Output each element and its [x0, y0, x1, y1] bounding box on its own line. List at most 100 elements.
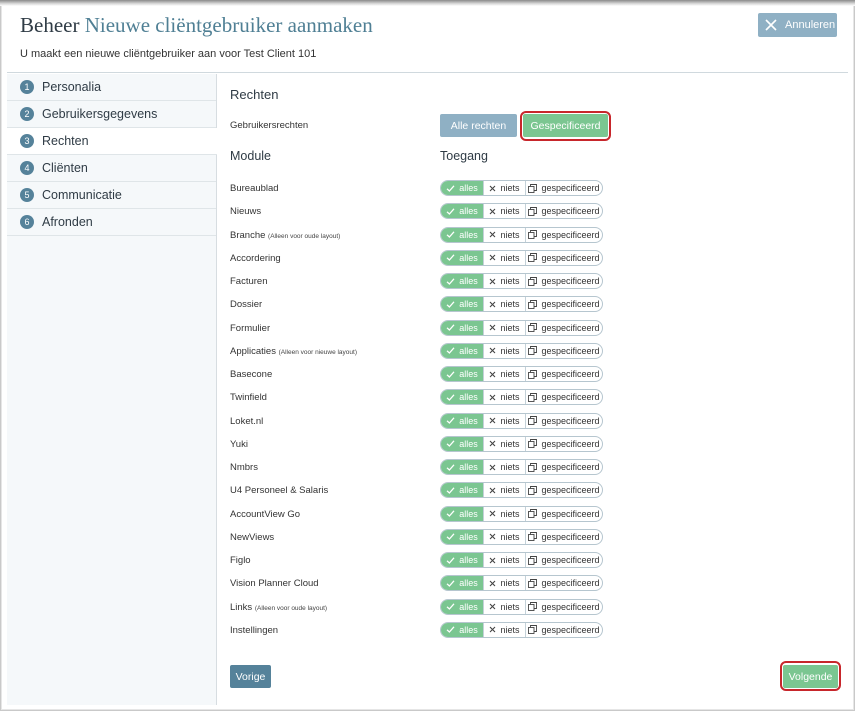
access-specified-label: gespecificeerd	[541, 369, 600, 379]
access-all-option[interactable]: alles	[441, 390, 483, 405]
module-note: (Alleen voor oude layout)	[254, 604, 328, 612]
access-specified-option[interactable]: gespecificeerd	[525, 297, 602, 312]
access-all-option[interactable]: alles	[441, 622, 483, 637]
access-none-option[interactable]: niets	[483, 436, 525, 451]
access-none-option[interactable]: niets	[483, 343, 525, 358]
access-none-option[interactable]: niets	[483, 599, 525, 614]
specified-button[interactable]: Gespecificeerd	[523, 114, 608, 137]
access-all-option[interactable]: alles	[441, 553, 483, 567]
sidebar-item-3[interactable]: 3 Rechten	[7, 128, 217, 155]
access-specified-option[interactable]: gespecificeerd	[525, 320, 602, 335]
module-name: NewViews	[230, 531, 275, 543]
access-none-option[interactable]: niets	[483, 250, 525, 265]
access-specified-option[interactable]: gespecificeerd	[525, 204, 602, 219]
access-all-option[interactable]: alles	[441, 576, 483, 591]
access-none-option[interactable]: niets	[483, 413, 525, 428]
access-none-option[interactable]: niets	[483, 320, 525, 335]
module-name: Links	[230, 601, 253, 613]
cancel-button[interactable]: Annuleren	[758, 13, 837, 37]
access-none-option[interactable]: niets	[483, 553, 525, 567]
access-none-option[interactable]: niets	[483, 576, 525, 591]
access-none-label: niets	[500, 252, 520, 263]
access-toggle: alles niets gespecificeerd	[440, 575, 603, 592]
sidebar-item-2[interactable]: 2 Gebruikersgegevens	[7, 101, 216, 128]
access-all-option[interactable]: alles	[441, 297, 483, 312]
access-all-option[interactable]: alles	[441, 460, 483, 474]
sidebar-item-4[interactable]: 4 Cliënten	[7, 155, 216, 182]
access-all-option[interactable]: alles	[441, 367, 483, 381]
access-all-option[interactable]: alles	[441, 320, 483, 335]
x-icon	[489, 371, 496, 378]
access-specified-option[interactable]: gespecificeerd	[525, 181, 602, 195]
access-specified-label: gespecificeerd	[541, 555, 600, 565]
access-all-option[interactable]: alles	[441, 227, 483, 242]
access-none-option[interactable]: niets	[483, 622, 525, 637]
next-button[interactable]: Volgende	[783, 665, 838, 688]
access-none-option[interactable]: niets	[483, 181, 525, 195]
access-none-label: niets	[500, 392, 520, 403]
check-icon	[446, 509, 455, 518]
sidebar-item-6[interactable]: 6 Afronden	[7, 209, 216, 236]
sidebar-item-1[interactable]: 1 Personalia	[7, 74, 216, 101]
access-all-option[interactable]: alles	[441, 274, 483, 288]
access-all-option[interactable]: alles	[441, 250, 483, 265]
access-none-option[interactable]: niets	[483, 274, 525, 288]
access-specified-option[interactable]: gespecificeerd	[525, 274, 602, 288]
access-specified-option[interactable]: gespecificeerd	[525, 390, 602, 405]
access-all-option[interactable]: alles	[441, 506, 483, 521]
access-all-option[interactable]: alles	[441, 343, 483, 358]
sidebar-item-5[interactable]: 5 Communicatie	[7, 182, 216, 209]
access-none-option[interactable]: niets	[483, 390, 525, 405]
access-specified-option[interactable]: gespecificeerd	[525, 622, 602, 637]
access-specified-option[interactable]: gespecificeerd	[525, 413, 602, 428]
access-all-label: alles	[459, 555, 478, 565]
module-name: U4 Personeel & Salaris	[230, 485, 329, 497]
access-toggle: alles niets gespecificeerd	[440, 273, 603, 289]
access-toggle: alles niets gespecificeerd	[440, 598, 603, 615]
access-none-option[interactable]: niets	[483, 297, 525, 312]
access-none-option[interactable]: niets	[483, 506, 525, 521]
x-icon	[489, 603, 496, 610]
x-icon	[489, 557, 496, 564]
module-label: NewViews	[230, 532, 274, 543]
all-rights-button[interactable]: Alle rechten	[440, 114, 517, 137]
module-name: Nmbrs	[230, 462, 258, 473]
access-all-option[interactable]: alles	[441, 204, 483, 219]
access-specified-option[interactable]: gespecificeerd	[525, 576, 602, 591]
wizard-steps-sidebar: 1 Personalia 2 Gebruikersgegevens 3 Rechten 4 C…	[7, 74, 217, 705]
access-none-option[interactable]: niets	[483, 367, 525, 381]
access-none-label: niets	[500, 531, 520, 542]
access-specified-option[interactable]: gespecificeerd	[525, 436, 602, 451]
access-all-option[interactable]: alles	[441, 436, 483, 451]
access-specified-option[interactable]: gespecificeerd	[525, 483, 602, 498]
access-specified-option[interactable]: gespecificeerd	[525, 553, 602, 567]
access-none-option[interactable]: niets	[483, 227, 525, 242]
access-none-option[interactable]: niets	[483, 460, 525, 474]
access-specified-option[interactable]: gespecificeerd	[525, 367, 602, 381]
access-all-label: alles	[459, 369, 478, 379]
access-none-option[interactable]: niets	[483, 529, 525, 544]
access-specified-option[interactable]: gespecificeerd	[525, 343, 602, 358]
access-specified-option[interactable]: gespecificeerd	[525, 250, 602, 265]
access-specified-option[interactable]: gespecificeerd	[525, 460, 602, 474]
check-icon	[446, 602, 455, 611]
access-all-option[interactable]: alles	[441, 483, 483, 498]
access-specified-option[interactable]: gespecificeerd	[525, 599, 602, 614]
access-all-label: alles	[459, 276, 478, 286]
module-name: Figlo	[230, 555, 251, 566]
access-none-option[interactable]: niets	[483, 204, 525, 219]
access-specified-option[interactable]: gespecificeerd	[525, 506, 602, 521]
x-icon	[489, 324, 496, 331]
module-label: AccountView Go	[230, 509, 300, 520]
access-all-option[interactable]: alles	[441, 529, 483, 544]
copy-icon	[528, 253, 538, 263]
previous-button[interactable]: Vorige	[230, 665, 271, 688]
module-label: Loket.nl	[230, 416, 263, 427]
access-none-option[interactable]: niets	[483, 483, 525, 498]
access-all-option[interactable]: alles	[441, 181, 483, 195]
access-toggle: alles niets gespecificeerd	[440, 203, 603, 220]
access-all-option[interactable]: alles	[441, 599, 483, 614]
access-specified-option[interactable]: gespecificeerd	[525, 227, 602, 242]
access-all-option[interactable]: alles	[441, 413, 483, 428]
access-specified-option[interactable]: gespecificeerd	[525, 529, 602, 544]
